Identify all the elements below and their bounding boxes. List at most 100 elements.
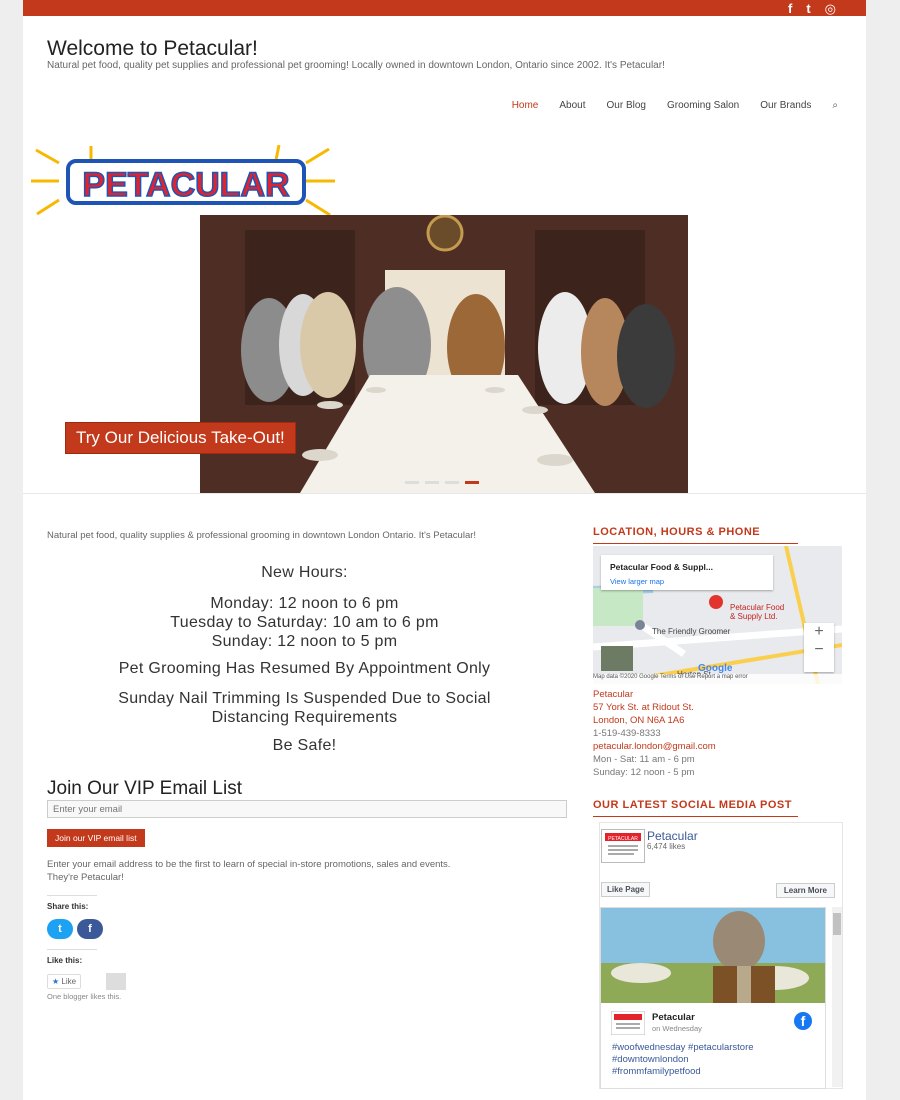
- facebook-page-logo[interactable]: PETACULAR: [601, 829, 645, 863]
- petacular-logo[interactable]: PETACULAR: [31, 145, 336, 217]
- location-widget-title: Location, Hours & Phone: [593, 526, 761, 538]
- join-vip-button[interactable]: Join our VIP email list: [47, 829, 145, 847]
- store-city: London, ON N6A 1A6: [593, 715, 685, 726]
- map-pin-label-line-1: Petacular Food: [730, 603, 785, 612]
- top-bar: f t ◎: [23, 0, 866, 16]
- facebook-icon[interactable]: f: [794, 1012, 812, 1030]
- social-title-rule: [593, 816, 798, 817]
- svg-text:f: f: [801, 1013, 806, 1029]
- store-email[interactable]: petacular.london@gmail.com: [593, 740, 716, 753]
- facebook-page-name[interactable]: Petacular: [647, 829, 698, 843]
- nav-item-home[interactable]: Home: [512, 100, 539, 111]
- facebook-page-widget[interactable]: PETACULAR Petacular 6,474 likes Like Pag…: [599, 822, 843, 1089]
- hashtag-line-2[interactable]: #downtownlondon: [612, 1054, 754, 1066]
- zoom-out-button[interactable]: −: [804, 641, 834, 659]
- site-title[interactable]: Welcome to Petacular!: [47, 37, 258, 61]
- vip-description: Enter your email address to be the first…: [47, 858, 562, 884]
- post-hashtags: #woofwednesday #petacularstore #downtown…: [612, 1042, 754, 1078]
- location-title-rule: [593, 543, 798, 544]
- vip-email-title: Join Our VIP Email List: [47, 778, 243, 799]
- post-author-logo[interactable]: [611, 1011, 645, 1035]
- google-logo: Google: [698, 663, 733, 674]
- star-icon: ★: [52, 977, 60, 986]
- search-icon[interactable]: ⌕: [832, 100, 838, 111]
- report-map-error-link[interactable]: Report a map error: [697, 674, 748, 680]
- store-address-block: Petacular 57 York St. at Ridout St. Lond…: [593, 688, 716, 779]
- hours-monday: Monday: 12 noon to 6 pm: [210, 595, 399, 612]
- logo-text: PETACULAR: [82, 166, 289, 204]
- slide-dot-2[interactable]: [425, 481, 439, 484]
- learn-more-button[interactable]: Learn More: [775, 883, 835, 898]
- nav-item-our-brands[interactable]: Our Brands: [760, 100, 811, 111]
- facebook-icon[interactable]: f: [788, 2, 792, 15]
- intro-text: Natural pet food, quality supplies & pro…: [47, 530, 477, 541]
- like-page-button[interactable]: Like Page: [601, 882, 651, 897]
- map-place-name: Petacular Food & Suppl...: [610, 562, 713, 572]
- like-divider: [47, 949, 97, 950]
- friendly-groomer-label: The Friendly Groomer: [652, 627, 731, 636]
- share-buttons: t f: [47, 919, 103, 939]
- twitter-share-icon[interactable]: t: [47, 919, 73, 939]
- social-widget-heading: Our Latest Social Media Post: [593, 795, 798, 817]
- facebook-like-count: 6,474 likes: [647, 842, 686, 851]
- hours-tuesday-saturday: Tuesday to Saturday: 10 am to 6 pm: [170, 614, 439, 631]
- map-data-credit: Map data ©2020 Google: [593, 674, 659, 680]
- blogger-like-count: One blogger likes this.: [47, 992, 122, 1001]
- latest-facebook-post[interactable]: Petacular on Wednesday f #woofwednesday …: [600, 907, 826, 1089]
- nail-trim-notice: Sunday Nail Trimming Is Suspended Due to…: [47, 689, 562, 727]
- like-label: Like this:: [47, 956, 83, 965]
- google-map[interactable]: Petacular Food & Suppl... View larger ma…: [593, 546, 842, 684]
- facebook-share-icon[interactable]: f: [77, 919, 103, 939]
- slide-dot-1[interactable]: [405, 481, 419, 484]
- facebook-post-image[interactable]: [601, 908, 825, 1003]
- store-phone[interactable]: 1-519-439-8333: [593, 727, 716, 740]
- hours-list: Monday: 12 noon to 6 pm Tuesday to Satur…: [47, 594, 562, 651]
- store-name: Petacular: [593, 689, 634, 700]
- share-label: Share this:: [47, 902, 89, 911]
- view-larger-map-link[interactable]: View larger map: [610, 577, 664, 586]
- sunday-hours: Sunday: 12 noon - 5 pm: [593, 767, 695, 778]
- post-author-name[interactable]: Petacular: [652, 1012, 695, 1023]
- social-widget-title: Our Latest Social Media Post: [593, 799, 792, 811]
- nav-item-about[interactable]: About: [559, 100, 585, 111]
- map-pin-label-line-2: & Supply Ltd.: [730, 612, 778, 621]
- zoom-in-button[interactable]: +: [804, 623, 834, 641]
- vip-description-line-1: Enter your email address to be the first…: [47, 859, 451, 870]
- post-timestamp[interactable]: on Wednesday: [652, 1024, 702, 1033]
- like-button[interactable]: ★ Like: [47, 974, 82, 989]
- slide-dot-3[interactable]: [445, 481, 459, 484]
- hashtag-line-3[interactable]: #frommfamilypetfood: [612, 1066, 754, 1078]
- main-content: Natural pet food, quality supplies & pro…: [47, 530, 567, 1001]
- instagram-icon[interactable]: ◎: [825, 2, 836, 15]
- map-zoom-controls: + −: [804, 623, 834, 672]
- nav-item-our-blog[interactable]: Our Blog: [607, 100, 646, 111]
- nav-item-grooming-salon[interactable]: Grooming Salon: [667, 100, 739, 111]
- sidebar: Location, Hours & Phone Petacular Food &…: [593, 522, 843, 1089]
- twitter-icon[interactable]: t: [806, 2, 810, 15]
- share-divider: [47, 895, 97, 896]
- store-street: 57 York St. at Ridout St.: [593, 702, 694, 713]
- vip-email-input[interactable]: [47, 800, 567, 818]
- hashtag-line-1[interactable]: #woofwednesday #petacularstore: [612, 1042, 754, 1054]
- weekday-hours: Mon - Sat: 11 am - 6 pm: [593, 754, 695, 765]
- vip-description-line-2: They're Petacular!: [47, 872, 124, 883]
- new-hours-title: New Hours:: [261, 564, 348, 581]
- page: f t ◎ Welcome to Petacular! Natural pet …: [23, 0, 866, 1100]
- social-links: f t ◎: [788, 0, 836, 16]
- takeout-caption[interactable]: Try Our Delicious Take-Out!: [65, 422, 296, 454]
- nail-notice-line-2: Distancing Requirements: [211, 709, 398, 726]
- blogger-avatar[interactable]: [106, 973, 126, 990]
- site-tagline: Natural pet food, quality pet supplies a…: [47, 60, 665, 71]
- hours-sunday: Sunday: 12 noon to 5 pm: [211, 633, 398, 650]
- section-divider: [23, 493, 866, 494]
- map-pin-label: Petacular Food & Supply Ltd.: [730, 603, 784, 621]
- map-terms-link[interactable]: Terms of Use: [660, 674, 695, 680]
- facebook-logo-text: PETACULAR: [608, 836, 638, 842]
- map-place-card[interactable]: Petacular Food & Suppl... View larger ma…: [601, 555, 773, 590]
- nail-notice-line-1: Sunday Nail Trimming Is Suspended Due to…: [118, 690, 491, 707]
- slider-pagination: [405, 481, 479, 484]
- scrollbar-thumb[interactable]: [833, 913, 841, 935]
- like-button-label: Like: [61, 977, 77, 986]
- slide-dot-4-active[interactable]: [465, 481, 479, 484]
- grooming-notice: Pet Grooming Has Resumed By Appointment …: [118, 660, 491, 677]
